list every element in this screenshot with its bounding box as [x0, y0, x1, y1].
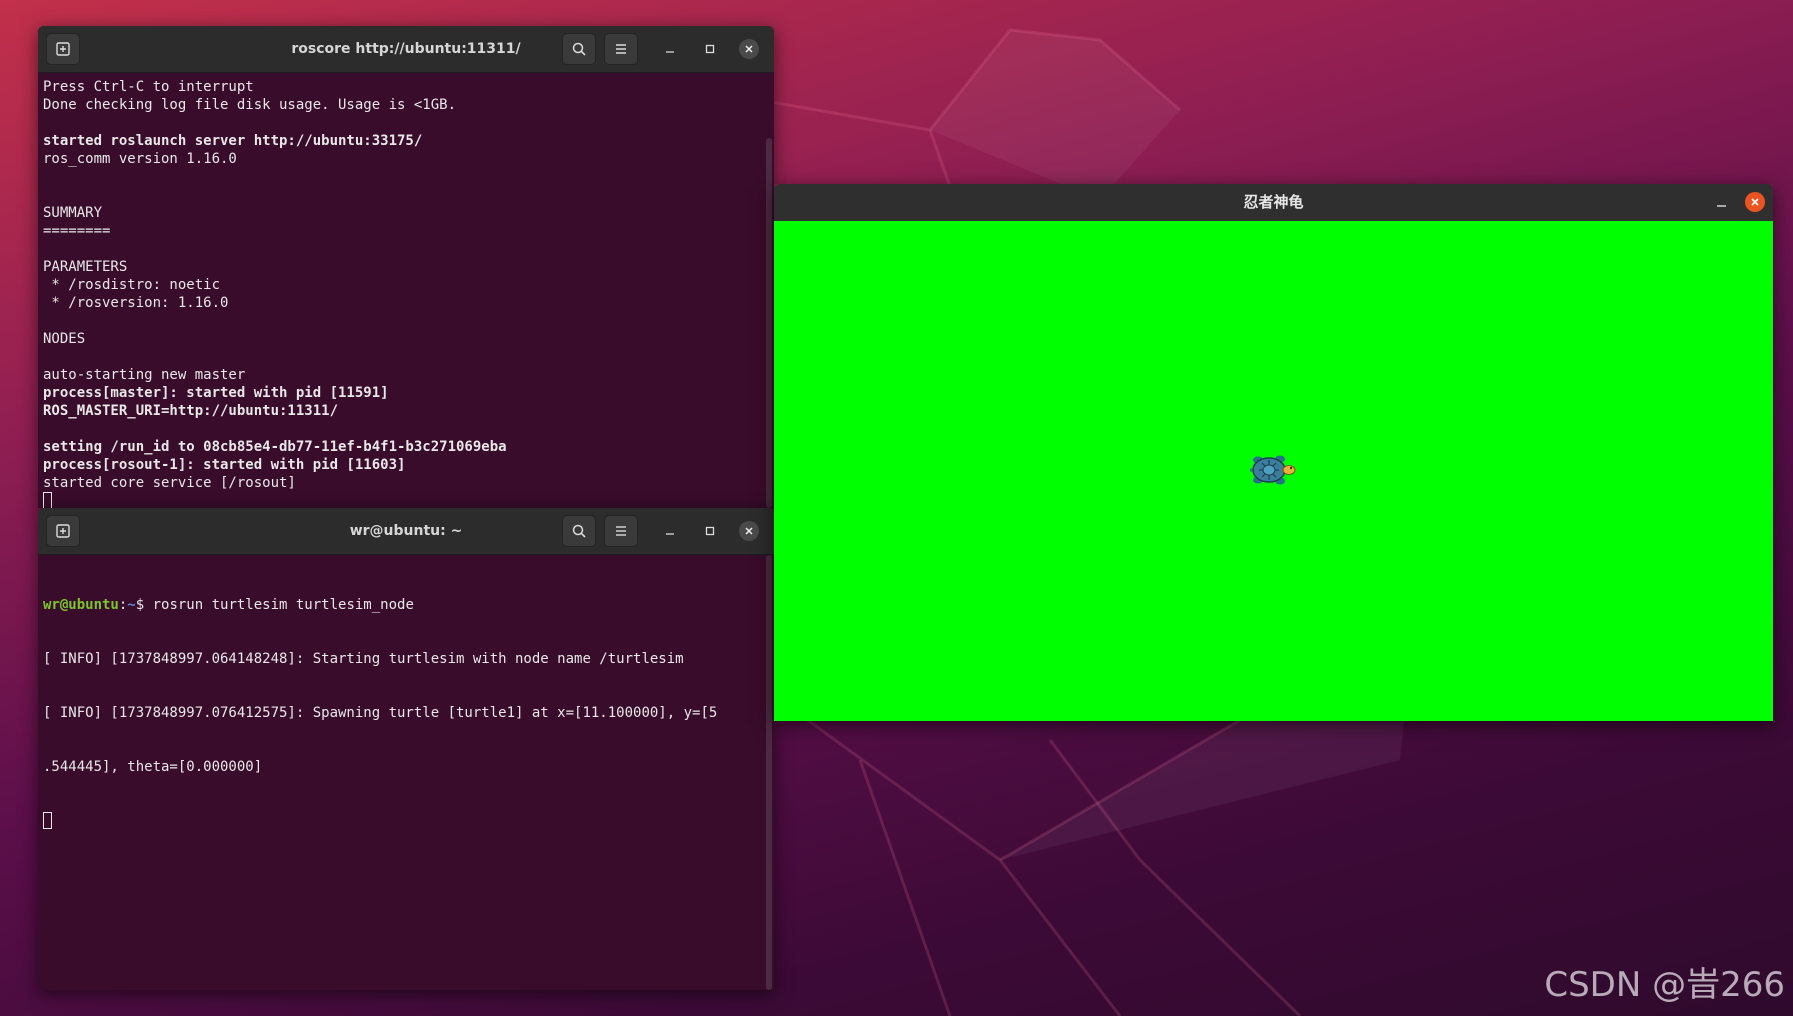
prompt-symbol: $	[135, 597, 153, 613]
cursor-line	[43, 492, 774, 508]
turtlesim-canvas	[774, 221, 1773, 721]
watermark: CSDN @旹266	[1544, 965, 1785, 1005]
output-line: started roslaunch server http://ubuntu:3…	[43, 133, 423, 149]
turtlesim-titlebar[interactable]: 忍者神龟	[774, 184, 1773, 221]
turtlesim-terminal-window[interactable]: wr@ubuntu: ~ wr@ubuntu:~$ rosrun turtles…	[38, 508, 774, 990]
search-button[interactable]	[562, 33, 596, 65]
close-button[interactable]	[739, 521, 759, 541]
text-cursor	[43, 492, 52, 508]
output-line: process[master]: started with pid [11591…	[43, 385, 389, 401]
turtlesim-window[interactable]: 忍者神龟	[774, 184, 1773, 721]
minimize-icon	[1717, 205, 1726, 207]
output-line: * /rosversion: 1.16.0	[43, 295, 229, 311]
terminal-titlebar[interactable]: roscore http://ubuntu:11311/	[38, 26, 774, 73]
minimize-icon	[666, 533, 674, 535]
terminal-output[interactable]: Press Ctrl-C to interrupt Done checking l…	[38, 73, 774, 508]
search-icon	[572, 524, 586, 538]
close-icon	[745, 45, 753, 53]
close-button[interactable]	[739, 39, 759, 59]
roscore-terminal-window[interactable]: roscore http://ubuntu:11311/ Press Ctrl-…	[38, 26, 774, 508]
close-button[interactable]	[1745, 192, 1765, 212]
maximize-button[interactable]	[700, 521, 720, 541]
output-line: ROS_MASTER_URI=http://ubuntu:11311/	[43, 403, 339, 419]
minimize-button[interactable]	[660, 521, 680, 541]
output-line: .544445], theta=[0.000000]	[43, 759, 263, 775]
minimize-button[interactable]	[1713, 193, 1731, 211]
close-icon	[1751, 198, 1759, 206]
output-line: NODES	[43, 331, 86, 347]
output-line: Press Ctrl-C to interrupt	[43, 79, 254, 95]
output-line: ros_comm version 1.16.0	[43, 151, 237, 167]
output-line: process[rosout-1]: started with pid [116…	[43, 457, 406, 473]
prompt-user: wr@ubuntu	[43, 597, 119, 613]
terminal-titlebar[interactable]: wr@ubuntu: ~	[38, 508, 774, 555]
search-button[interactable]	[562, 515, 596, 547]
maximize-icon	[705, 526, 715, 536]
hamburger-menu-icon	[616, 526, 626, 536]
command-text: rosrun turtlesim turtlesim_node	[152, 597, 414, 613]
output-line: ========	[43, 223, 111, 239]
cursor-line	[43, 812, 774, 830]
output-line: * /rosdistro: noetic	[43, 277, 221, 293]
output-line: setting /run_id to 08cb85e4-db77-11ef-b4…	[43, 439, 507, 455]
scrollbar[interactable]	[766, 138, 772, 508]
output-line: auto-starting new master	[43, 367, 246, 383]
output-line: [ INFO] [1737848997.076412575]: Spawning…	[43, 705, 718, 721]
window-title: 忍者神龟	[1243, 193, 1304, 211]
output-line: started core service [/rosout]	[43, 475, 296, 491]
minimize-icon	[666, 51, 674, 53]
hamburger-menu-icon	[616, 44, 626, 54]
output-line: SUMMARY	[43, 205, 103, 221]
scrollbar[interactable]	[766, 555, 772, 990]
text-cursor	[43, 812, 52, 829]
output-line: [ INFO] [1737848997.064148248]: Starting…	[43, 651, 684, 667]
prompt-path: ~	[127, 597, 136, 613]
maximize-button[interactable]	[700, 39, 720, 59]
terminal-output[interactable]: wr@ubuntu:~$ rosrun turtlesim turtlesim_…	[38, 555, 774, 990]
maximize-icon	[705, 44, 715, 54]
menu-button[interactable]	[604, 515, 638, 547]
output-line: PARAMETERS	[43, 259, 128, 275]
search-icon	[572, 42, 586, 56]
close-icon	[745, 527, 753, 535]
turtle-icon	[1250, 455, 1296, 485]
minimize-button[interactable]	[660, 39, 680, 59]
menu-button[interactable]	[604, 33, 638, 65]
command-line: wr@ubuntu:~$ rosrun turtlesim turtlesim_…	[43, 596, 774, 614]
output-line: Done checking log file disk usage. Usage…	[43, 97, 457, 113]
